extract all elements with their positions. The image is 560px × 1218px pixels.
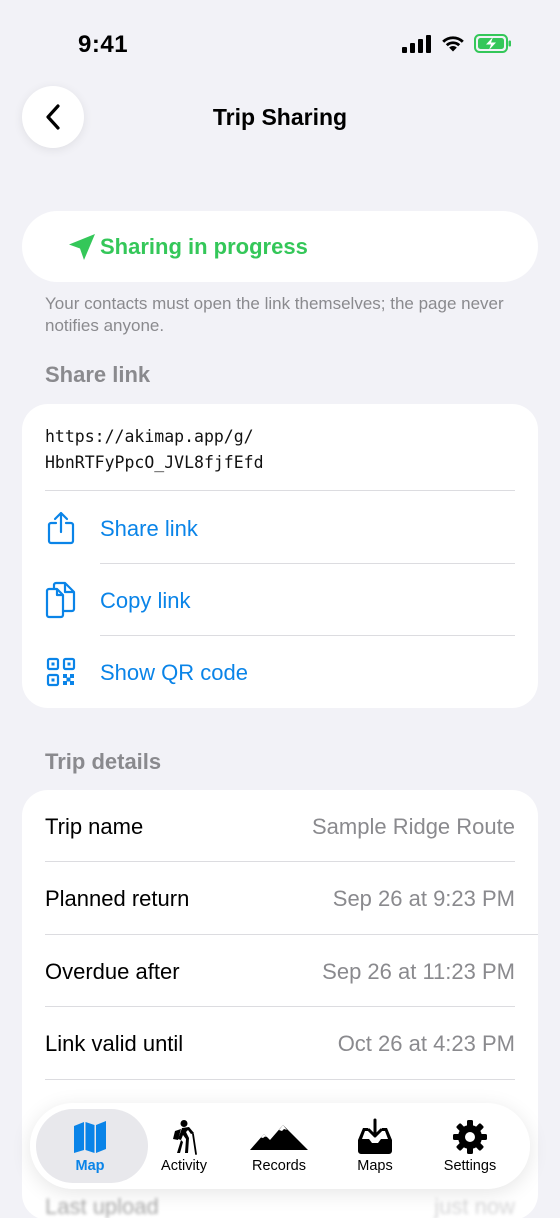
tab-records-label: Records [252, 1158, 306, 1174]
share-link-card: https://akimap.app/g/ HbnRTFyPpcO_JVL8fj… [22, 404, 538, 708]
copy-icon [44, 581, 78, 619]
tab-map-label: Map [75, 1158, 105, 1174]
planned-return-row: Planned return Sep 26 at 9:23 PM [22, 862, 538, 934]
copy-link-label: Copy link [100, 588, 191, 613]
planned-return-label: Planned return [45, 886, 190, 911]
battery-charging-icon [474, 34, 511, 53]
last-upload-label: Last upload [45, 1194, 159, 1218]
mountains-icon [231, 1117, 327, 1157]
show-qr-code-label: Show QR code [100, 660, 248, 685]
overdue-after-row: Overdue after Sep 26 at 11:23 PM [22, 935, 538, 1007]
gear-icon [422, 1117, 518, 1157]
share-link-button[interactable]: Share link [22, 492, 538, 564]
tab-settings[interactable]: Settings [422, 1103, 518, 1189]
trip-name-row: Trip name Sample Ridge Route [22, 790, 538, 862]
status-time: 9:41 [78, 31, 129, 58]
tab-settings-label: Settings [443, 1158, 497, 1174]
tab-maps[interactable]: Maps [327, 1103, 423, 1189]
copy-link-button[interactable]: Copy link [22, 564, 538, 636]
wifi-icon [442, 36, 464, 52]
cellular-signal-icon [402, 34, 431, 53]
trip-name-value: Sample Ridge Route [311, 814, 515, 839]
share-link-label: Share link [100, 516, 198, 541]
overdue-after-value: Sep 26 at 11:23 PM [322, 959, 515, 984]
tab-activity[interactable]: Activity [136, 1103, 232, 1189]
share-link-url[interactable]: https://akimap.app/g/ HbnRTFyPpcO_JVL8fj… [45, 424, 515, 476]
qr-code-icon [44, 654, 78, 690]
status-bar: 9:41 [0, 0, 560, 90]
show-qr-code-button[interactable]: Show QR code [22, 636, 538, 708]
share-link-section-header: Share link [45, 362, 151, 387]
tab-map[interactable]: Map [42, 1103, 138, 1189]
link-valid-until-label: Link valid until [45, 1031, 184, 1056]
tab-activity-label: Activity [161, 1158, 207, 1174]
navigation-bar: Trip Sharing [0, 86, 560, 148]
overdue-after-label: Overdue after [45, 959, 180, 984]
trip-name-label: Trip name [45, 814, 144, 839]
sharing-footnote: Your contacts must open the link themsel… [45, 294, 504, 335]
planned-return-value: Sep 26 at 9:23 PM [332, 886, 515, 911]
divider [45, 490, 515, 491]
location-arrow-icon [69, 234, 95, 260]
status-icons [402, 34, 512, 53]
share-link-url-line-2: HbnRTFyPpcO_JVL8fjfEfd [45, 453, 264, 472]
map-icon [42, 1117, 138, 1157]
sharing-status-card: Sharing in progress [22, 211, 538, 282]
link-valid-until-value: Oct 26 at 4:23 PM [337, 1031, 515, 1056]
tab-maps-label: Maps [357, 1158, 393, 1174]
hiker-icon [136, 1117, 232, 1157]
divider [45, 1079, 515, 1080]
trip-details-section-header: Trip details [45, 749, 162, 774]
share-link-url-line-1: https://akimap.app/g/ [45, 427, 254, 446]
tab-records[interactable]: Records [231, 1103, 327, 1189]
share-icon [44, 510, 78, 546]
page-title: Trip Sharing [212, 104, 348, 130]
last-upload-value: just now [434, 1194, 515, 1218]
tab-bar: Map Activity Records Maps Settings [30, 1103, 530, 1189]
link-valid-until-row: Link valid until Oct 26 at 4:23 PM [22, 1007, 538, 1079]
sharing-status-label: Sharing in progress [100, 234, 308, 259]
download-tray-icon [327, 1117, 423, 1157]
